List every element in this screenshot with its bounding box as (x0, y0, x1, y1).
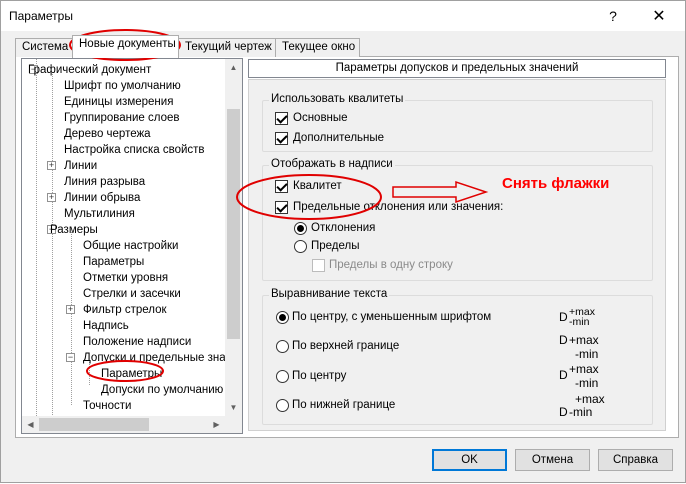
tree-item[interactable]: Допуски и предельные знач (83, 350, 231, 366)
expand-icon[interactable]: + (47, 193, 56, 202)
extra-label[interactable]: Дополнительные (293, 132, 384, 144)
basic-label[interactable]: Основные (293, 112, 348, 124)
tree-item[interactable]: Допуски по умолчанию (101, 382, 223, 398)
tree-item[interactable]: Единицы измерения (64, 94, 173, 110)
qualitet-checkbox[interactable] (275, 180, 288, 193)
group-use-qualitets-title: Использовать квалитеты (269, 93, 406, 105)
group-display-title: Отображать в надписи (269, 158, 395, 170)
align-bottom-radio[interactable] (276, 399, 289, 412)
extra-checkbox[interactable] (275, 132, 288, 145)
scroll-down-icon[interactable]: ▼ (225, 399, 242, 416)
scroll-up-icon[interactable]: ▲ (225, 59, 242, 76)
sample-d: D (559, 405, 568, 419)
sample-d: D (559, 310, 568, 324)
close-button[interactable]: ✕ (637, 3, 681, 29)
tree-item[interactable]: Отметки уровня (83, 270, 168, 286)
tree-vscroll-thumb[interactable] (227, 109, 240, 339)
annotation-text: Снять флажки (502, 175, 610, 192)
scroll-right-icon[interactable]: ▶ (208, 416, 225, 433)
align-center-small-label[interactable]: По центру, с уменьшенным шрифтом (292, 311, 491, 323)
settings-dialog: Параметры ? ✕ Система Новые документы Те… (0, 0, 686, 483)
window-title: Параметры (9, 9, 73, 23)
expand-icon[interactable]: + (66, 305, 75, 314)
tree-item[interactable]: Настройка списка свойств (64, 142, 205, 158)
help-title-button[interactable]: ? (591, 3, 635, 29)
sample-max: +max (569, 362, 599, 376)
deviations-radio[interactable] (294, 222, 307, 235)
scroll-left-icon[interactable]: ◀ (22, 416, 39, 433)
sample-d: D (559, 368, 568, 382)
expand-icon[interactable]: + (47, 161, 56, 170)
tree-hscroll-thumb[interactable] (39, 418, 149, 431)
limits-label[interactable]: Предельные отклонения или значения: (293, 201, 503, 213)
tree-item[interactable]: Параметры (83, 254, 144, 270)
tolerance-sample-top: D +max -min (559, 333, 619, 361)
align-center-small-radio[interactable] (276, 311, 289, 324)
tree-horizontal-scrollbar[interactable]: ◀ ▶ (22, 416, 225, 433)
tolerance-sample-center-small: D +max -min (559, 306, 619, 334)
tab-current-window[interactable]: Текущее окно (275, 38, 360, 57)
group-alignment-title: Выравнивание текста (269, 288, 390, 300)
tree-item[interactable]: Линии (64, 158, 97, 174)
tree-item[interactable]: Шрифт по умолчанию (64, 78, 181, 94)
limits-values-radio[interactable] (294, 240, 307, 253)
limits-checkbox[interactable] (275, 201, 288, 214)
tolerance-sample-center: D +max -min (559, 362, 619, 390)
title-bar: Параметры ? ✕ (1, 1, 685, 31)
sample-min: -min (569, 316, 590, 328)
align-center-label[interactable]: По центру (292, 370, 346, 382)
scrollbar-corner (225, 416, 242, 433)
tab-current-drawing[interactable]: Текущий чертеж (178, 38, 276, 57)
sample-min: -min (575, 347, 599, 361)
collapse-icon[interactable]: − (66, 353, 75, 362)
tree-item[interactable]: Общие настройки (83, 238, 178, 254)
help-button[interactable]: Справка (598, 449, 673, 471)
settings-tree[interactable]: − Графический документ Шрифт по умолчанию Е… (21, 58, 243, 434)
sample-min: -min (575, 376, 599, 390)
group-use-qualitets: Использовать квалитеты (262, 93, 653, 152)
align-center-radio[interactable] (276, 370, 289, 383)
tree-item[interactable]: Мультилиния (64, 206, 135, 222)
tree-item[interactable]: Стрелки и засечки (83, 286, 181, 302)
tree-item[interactable]: Надпись (83, 318, 129, 334)
tab-new-documents[interactable]: Новые документы (72, 35, 179, 58)
tree-item[interactable]: Линия разрыва (64, 174, 145, 190)
one-line-checkbox[interactable] (312, 259, 325, 272)
tree-item[interactable]: Положение надписи (83, 334, 191, 350)
sample-d: D (559, 333, 568, 347)
basic-checkbox[interactable] (275, 112, 288, 125)
panel-header: Параметры допусков и предельных значений (248, 59, 666, 78)
tree-item[interactable]: Размеры (50, 222, 98, 238)
tree-item[interactable]: Фильтр стрелок (83, 302, 167, 318)
cancel-button[interactable]: Отмена (515, 449, 590, 471)
sample-min: -min (569, 405, 593, 419)
qualitet-label[interactable]: Квалитет (293, 180, 342, 192)
ok-button[interactable]: OK (432, 449, 507, 471)
sample-max: +max (575, 392, 605, 406)
tree-vertical-scrollbar[interactable]: ▲ ▼ (225, 59, 242, 416)
tree-item[interactable]: Точности (83, 398, 131, 414)
tree-item[interactable]: Линии обрыва (64, 190, 140, 206)
tree-item[interactable]: Дерево чертежа (64, 126, 151, 142)
align-top-label[interactable]: По верхней границе (292, 340, 399, 352)
limits-values-label[interactable]: Пределы (311, 240, 360, 252)
align-bottom-label[interactable]: По нижней границе (292, 399, 395, 411)
align-top-radio[interactable] (276, 340, 289, 353)
one-line-label[interactable]: Пределы в одну строку (329, 259, 453, 271)
tolerance-sample-bottom: D +max -min (559, 392, 619, 420)
tree-item[interactable]: Параметры (101, 366, 162, 382)
sample-max: +max (569, 333, 599, 347)
deviations-label[interactable]: Отклонения (311, 222, 375, 234)
tab-system[interactable]: Система (15, 38, 73, 57)
tree-item[interactable]: Графический документ (28, 62, 151, 78)
tree-item[interactable]: Группирование слоев (64, 110, 180, 126)
